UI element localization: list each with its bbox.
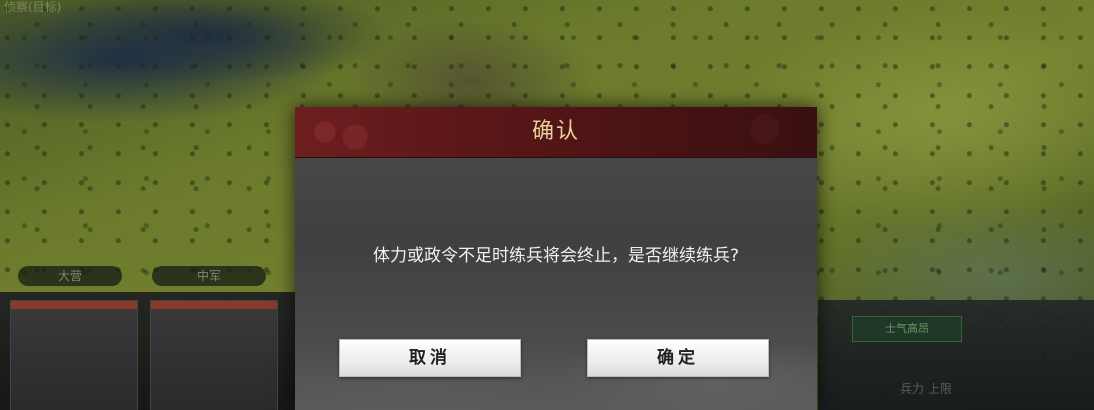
- dialog-title: 确认: [531, 119, 580, 144]
- dialog-header: 确认: [295, 107, 817, 158]
- general-card-bar: [151, 301, 277, 309]
- map-region-label: 侦察(目标): [4, 0, 62, 14]
- general-card[interactable]: [10, 300, 138, 410]
- hud-tab-center-army[interactable]: 中军: [152, 266, 266, 286]
- hud-tab-main-camp[interactable]: 大营: [18, 266, 122, 286]
- game-scene: 侦察(目标) 大营 中军 士气高昂 兵力 上限 确认 体力或政令不足时练兵将会终…: [0, 0, 1094, 410]
- hud-troop-text: 兵力 上限: [900, 382, 952, 396]
- cancel-button[interactable]: 取消: [339, 339, 521, 377]
- confirm-button[interactable]: 确定: [587, 339, 769, 377]
- dialog-message: 体力或政令不足时练兵将会终止，是否继续练兵?: [372, 246, 740, 266]
- general-card-bar: [11, 301, 137, 309]
- status-badge: 士气高昂: [852, 316, 962, 342]
- general-card[interactable]: [150, 300, 278, 410]
- confirm-dialog: 确认 体力或政令不足时练兵将会终止，是否继续练兵? 取消 确定: [295, 107, 817, 410]
